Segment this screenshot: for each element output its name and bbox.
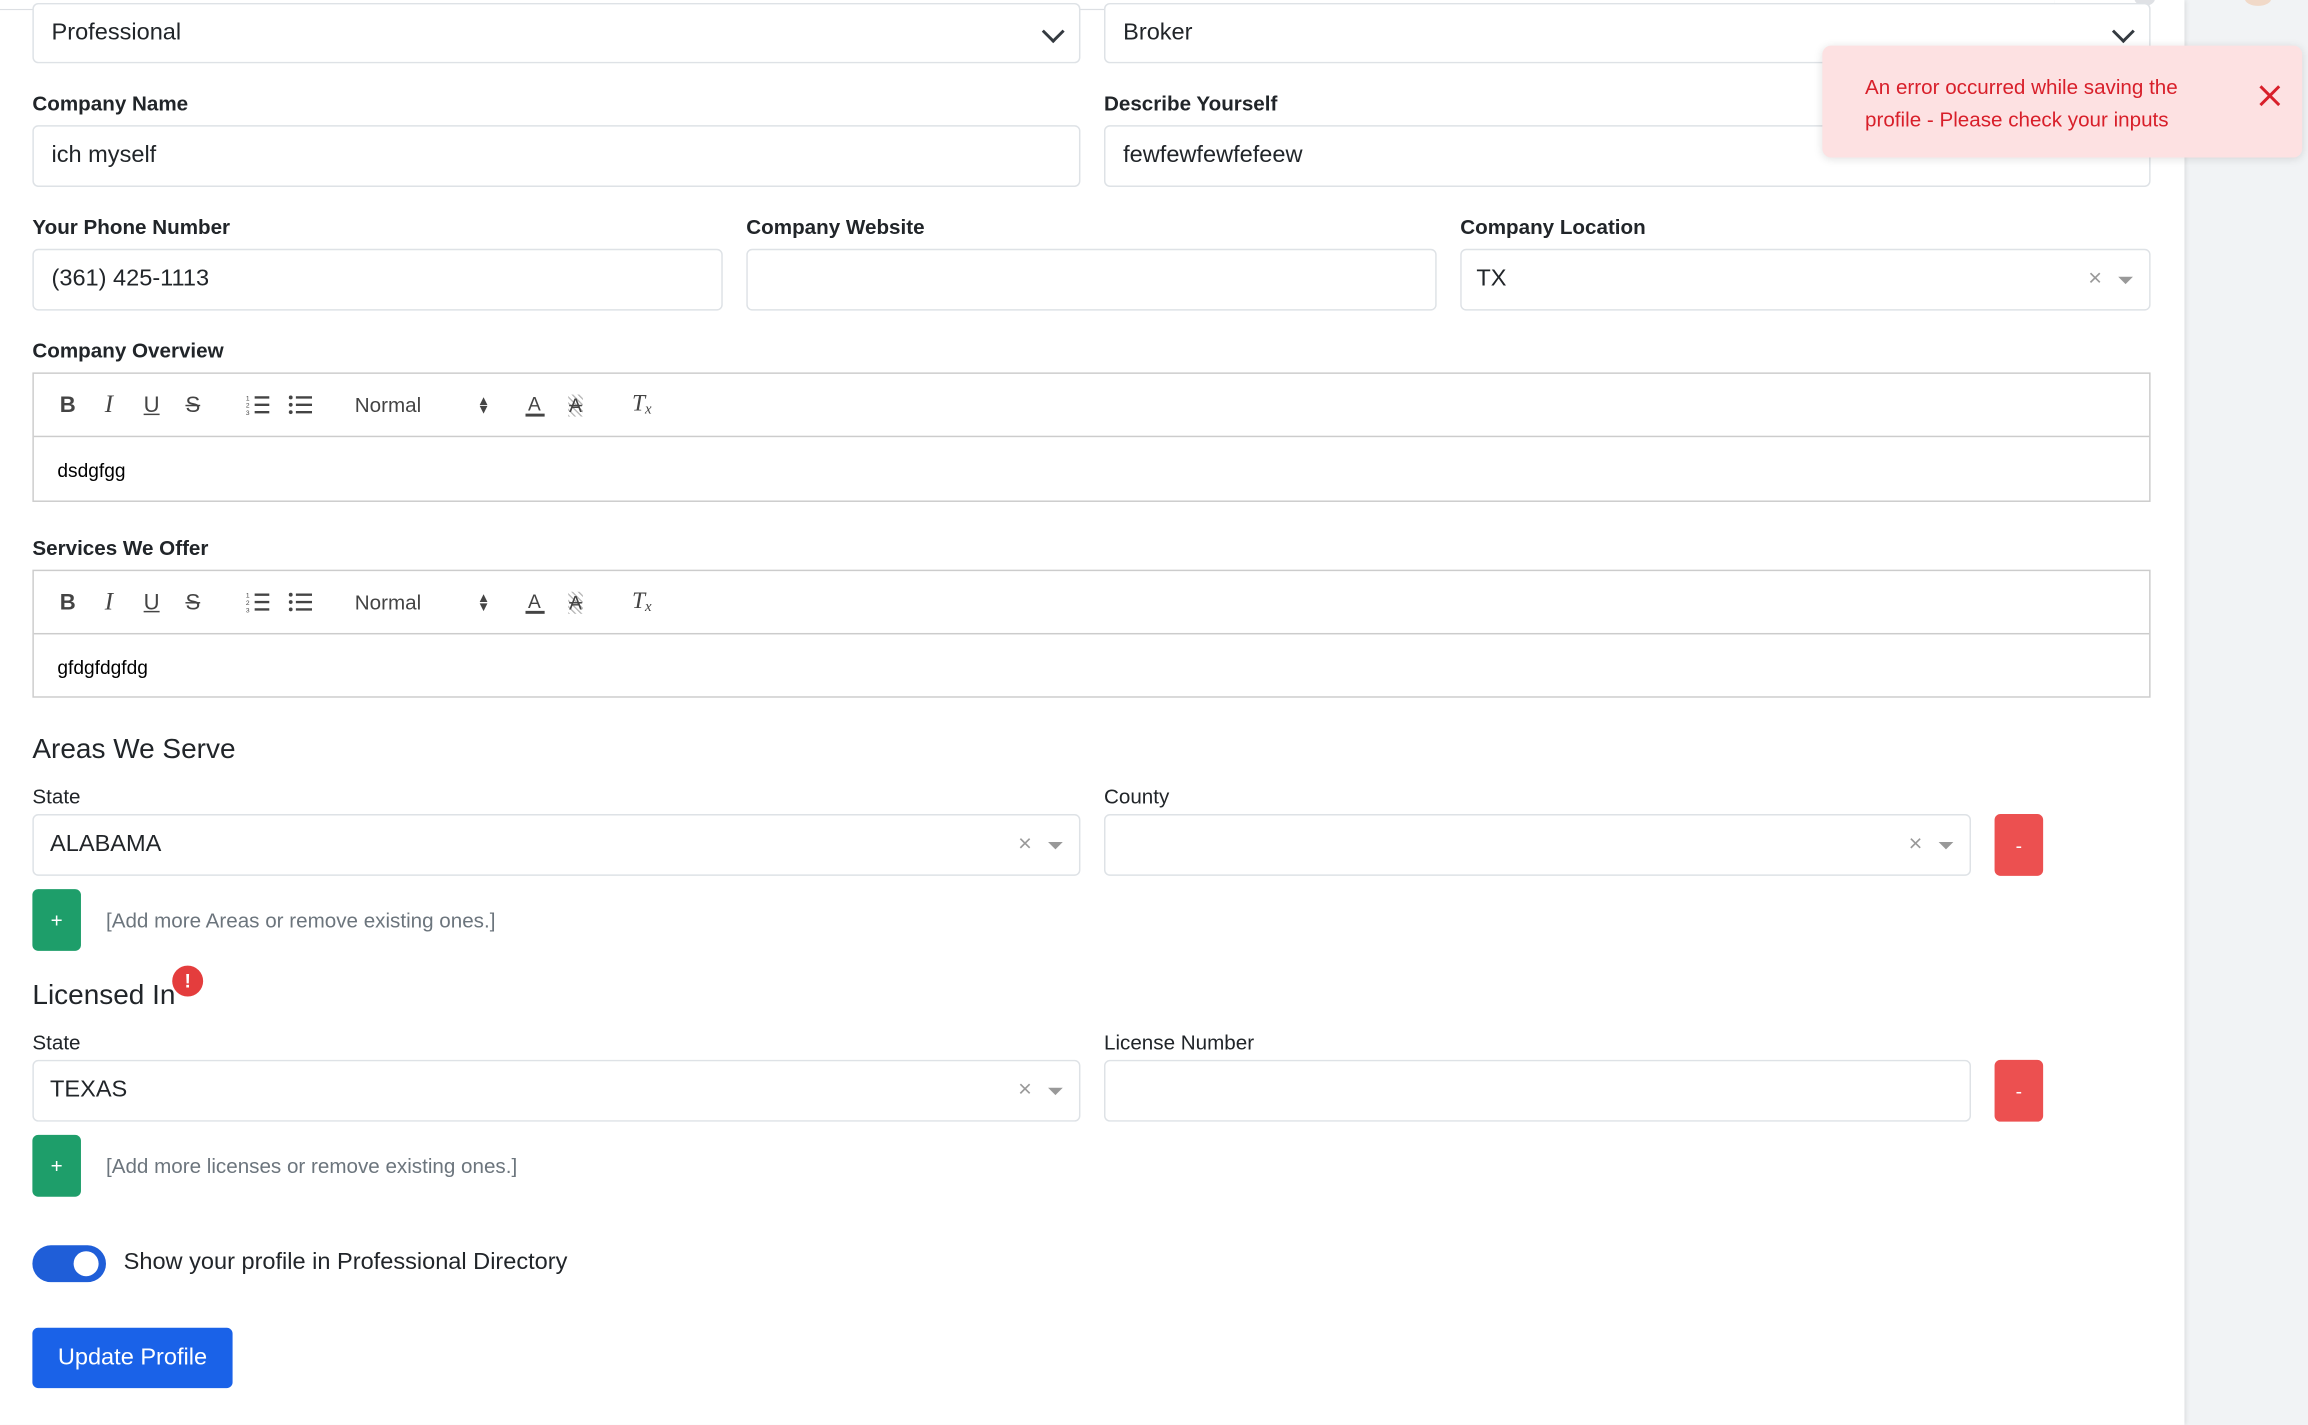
areas-state-value: ALABAMA [50, 831, 162, 857]
services-editor: B I U S 123 Normal ▲ ▼ A A Tx gfdgfdgfdg [32, 569, 2151, 699]
text-color-icon[interactable]: A [521, 571, 547, 633]
clear-format-icon[interactable]: Tx [627, 374, 656, 436]
svg-text:2: 2 [246, 403, 250, 410]
close-icon[interactable] [2258, 84, 2282, 108]
toast-message: An error occurred while saving the profi… [1865, 75, 2178, 132]
text-color-icon[interactable]: A [521, 374, 547, 436]
error-alert-icon: ! [172, 965, 204, 997]
clear-icon[interactable]: × [1909, 832, 1923, 858]
phone-value: (361) 425-1113 [51, 266, 210, 292]
remove-license-button[interactable]: - [1994, 1059, 2044, 1122]
svg-text:2: 2 [246, 600, 250, 607]
services-content[interactable]: gfdgfdgfdg [34, 634, 2149, 699]
caret-down-icon [2118, 276, 2133, 285]
company-website-input[interactable] [746, 248, 1437, 311]
directory-toggle[interactable] [32, 1245, 106, 1283]
company-website-label: Company Website [746, 214, 925, 239]
areas-state-select[interactable]: ALABAMA × [32, 814, 1081, 876]
chevron-down-icon [2111, 19, 2135, 43]
company-overview-content[interactable]: dsdgfgg [34, 437, 2149, 502]
directory-toggle-label: Show your profile in Professional Direct… [123, 1249, 568, 1275]
caret-down-icon [1938, 841, 1954, 850]
services-label: Services We Offer [32, 535, 209, 560]
company-location-select[interactable]: TX × [1460, 248, 2151, 311]
up-down-arrows-icon: ▲ ▼ [477, 393, 491, 417]
svg-text:1: 1 [246, 593, 250, 600]
phone-input[interactable]: (361) 425-1113 [32, 248, 723, 311]
header-select-value: Normal [354, 393, 422, 417]
remove-area-button[interactable]: - [1994, 814, 2044, 876]
underline-button[interactable]: U [138, 374, 164, 436]
update-profile-button[interactable]: Update Profile [32, 1327, 233, 1389]
header-select[interactable]: Normal ▲ ▼ [355, 374, 490, 436]
licenses-state-value: TEXAS [50, 1077, 128, 1103]
add-license-button[interactable]: + [32, 1134, 81, 1197]
licenses-heading: Licensed In [32, 980, 176, 1012]
svg-text:3: 3 [246, 607, 250, 612]
bullet-list-icon[interactable] [286, 374, 315, 436]
add-area-button[interactable]: + [32, 889, 81, 951]
license-number-label: License Number [1104, 1030, 1255, 1054]
company-overview-editor: B I U S 123 Normal ▲ ▼ A A Tx dsdgfgg [32, 372, 2151, 502]
strike-button[interactable]: S [180, 571, 206, 633]
licenses-state-select[interactable]: TEXAS × [32, 1059, 1081, 1122]
clear-format-icon[interactable]: Tx [627, 571, 656, 633]
company-name-input[interactable]: ich myself [32, 125, 1081, 187]
areas-hint: [Add more Areas or remove existing ones.… [105, 908, 496, 932]
header-select[interactable]: Normal ▲ ▼ [355, 571, 490, 633]
ordered-list-icon[interactable]: 123 [243, 571, 272, 633]
clear-icon[interactable]: × [1018, 832, 1032, 858]
bold-button[interactable]: B [54, 374, 80, 436]
editor-toolbar: B I U S 123 Normal ▲ ▼ A A Tx [33, 571, 2150, 635]
license-number-input[interactable] [1104, 1059, 1972, 1122]
underline-button[interactable]: U [138, 571, 164, 633]
areas-heading: Areas We Serve [32, 734, 236, 766]
header-select-value: Normal [354, 590, 422, 614]
svg-text:3: 3 [246, 410, 250, 415]
company-name-label: Company Name [32, 91, 189, 115]
company-location-value: TX [1476, 266, 1507, 292]
italic-button[interactable]: I [96, 571, 122, 633]
extension-icon [2244, 0, 2272, 6]
caret-down-icon [1048, 841, 1063, 850]
background-color-icon[interactable]: A [562, 374, 588, 436]
describe-yourself-label: Describe Yourself [1104, 91, 1278, 115]
error-toast: An error occurred while saving the profi… [1822, 45, 2303, 158]
profile-type-value: Professional [51, 19, 182, 45]
profile-type-select[interactable]: Professional [32, 2, 1081, 64]
clear-icon[interactable]: × [1018, 1078, 1032, 1104]
svg-text:1: 1 [246, 395, 250, 402]
licenses-state-label: State [32, 1030, 81, 1054]
areas-state-label: State [32, 784, 81, 809]
describe-yourself-value: fewfewfewfefeew [1123, 142, 1303, 168]
up-down-arrows-icon: ▲ ▼ [477, 590, 491, 614]
licenses-hint: [Add more licenses or remove existing on… [105, 1154, 518, 1178]
toggle-knob [73, 1251, 99, 1277]
areas-county-label: County [1104, 784, 1170, 809]
italic-button[interactable]: I [96, 374, 122, 436]
areas-county-select[interactable]: × [1104, 814, 1972, 876]
company-location-label: Company Location [1460, 214, 1646, 239]
caret-down-icon [1048, 1087, 1063, 1096]
background-color-icon[interactable]: A [562, 571, 588, 633]
phone-label: Your Phone Number [32, 214, 231, 239]
ordered-list-icon[interactable]: 123 [243, 374, 272, 436]
company-overview-label: Company Overview [32, 338, 224, 363]
company-name-value: ich myself [51, 142, 157, 168]
bullet-list-icon[interactable] [286, 571, 315, 633]
clear-icon[interactable]: × [2088, 266, 2102, 292]
role-value: Broker [1123, 19, 1193, 45]
editor-toolbar: B I U S 123 Normal ▲ ▼ A A Tx [33, 374, 2150, 438]
chevron-down-icon [1041, 19, 1065, 43]
bold-button[interactable]: B [54, 571, 80, 633]
strike-button[interactable]: S [180, 374, 206, 436]
profile-form-card: Professional Broker Company Name ich mys… [0, 0, 2272, 1425]
